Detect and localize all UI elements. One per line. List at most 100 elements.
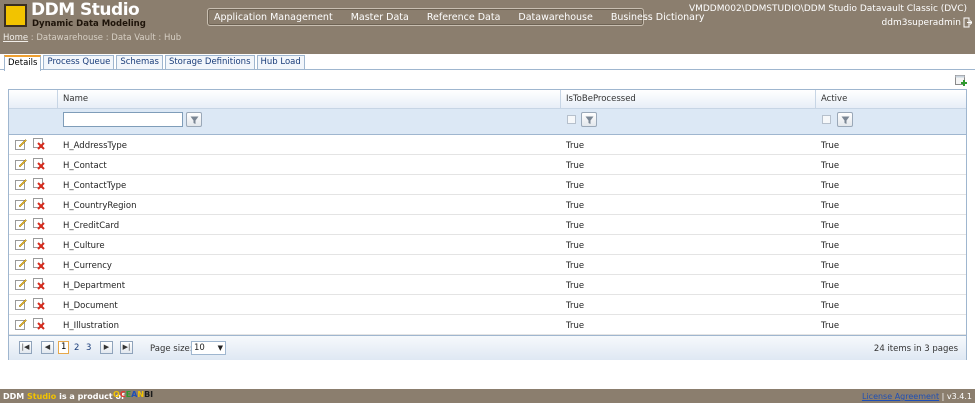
logout-icon[interactable]	[963, 17, 973, 28]
cell-istobeprocessed: True	[566, 281, 585, 291]
cell-name: H_AddressType	[63, 141, 128, 151]
oceanbi-logo: OCEANBI	[113, 390, 154, 399]
delete-icon[interactable]	[33, 138, 45, 150]
cell-name: H_Department	[63, 281, 126, 291]
cell-name: H_Currency	[63, 261, 112, 271]
page-2-link[interactable]: 2	[74, 343, 79, 353]
tab-bar: Details Process Queue Schemas Storage De…	[0, 54, 975, 71]
cell-istobeprocessed: True	[566, 181, 585, 191]
table-row[interactable]: H_CountryRegion True True	[9, 195, 966, 215]
delete-icon[interactable]	[33, 258, 45, 270]
first-page-icon[interactable]: |◀	[19, 341, 32, 354]
main-nav: Application Management Master Data Refer…	[207, 8, 705, 26]
cell-name: H_Document	[63, 301, 118, 311]
istobeprocessed-filter-icon[interactable]	[581, 112, 597, 127]
nav-master-data[interactable]: Master Data	[351, 12, 409, 23]
edit-icon[interactable]	[15, 258, 27, 270]
istobeprocessed-filter-checkbox[interactable]	[567, 115, 576, 124]
tab-details[interactable]: Details	[4, 55, 42, 71]
table-row[interactable]: H_AddressType True True	[9, 135, 966, 155]
cell-active: True	[821, 261, 840, 271]
edit-icon[interactable]	[15, 318, 27, 330]
delete-icon[interactable]	[33, 158, 45, 170]
next-page-icon[interactable]: ▶	[100, 341, 113, 354]
table-row[interactable]: H_Culture True True	[9, 235, 966, 255]
edit-icon[interactable]	[15, 178, 27, 190]
grid-rows: H_AddressType True True H_Contact True True H_…	[9, 135, 966, 335]
page-3-link[interactable]: 3	[86, 343, 91, 353]
delete-icon[interactable]	[33, 278, 45, 290]
cell-name: H_Contact	[63, 161, 107, 171]
cell-active: True	[821, 301, 840, 311]
cell-active: True	[821, 321, 840, 331]
column-header-active[interactable]: Active	[821, 94, 847, 104]
cell-active: True	[821, 181, 840, 191]
delete-icon[interactable]	[33, 298, 45, 310]
cell-istobeprocessed: True	[566, 161, 585, 171]
tab-process-queue[interactable]: Process Queue	[43, 55, 115, 69]
edit-icon[interactable]	[15, 218, 27, 230]
delete-icon[interactable]	[33, 318, 45, 330]
table-row[interactable]: H_CreditCard True True	[9, 215, 966, 235]
name-filter-input[interactable]	[63, 112, 183, 127]
grid-header: Name IsToBeProcessed Active	[9, 90, 966, 109]
page-size-select[interactable]: 10 ▼	[191, 341, 226, 355]
chevron-down-icon: ▼	[217, 344, 223, 352]
tab-storage-definitions[interactable]: Storage Definitions	[164, 55, 255, 69]
tab-schemas[interactable]: Schemas	[116, 55, 163, 69]
brand-title: DDM Studio	[31, 0, 140, 20]
column-header-istobeprocessed[interactable]: IsToBeProcessed	[566, 94, 636, 104]
page-1-link[interactable]: 1	[58, 341, 70, 354]
server-path: VMDDM002\DDMSTUDIO\DDM Studio Datavault …	[688, 4, 967, 14]
last-page-icon[interactable]: ▶|	[120, 341, 133, 354]
edit-icon[interactable]	[15, 298, 27, 310]
edit-icon[interactable]	[15, 198, 27, 210]
name-filter-icon[interactable]	[186, 112, 202, 127]
delete-icon[interactable]	[33, 218, 45, 230]
active-filter-icon[interactable]	[837, 112, 853, 127]
license-agreement-link[interactable]: License Agreement	[862, 392, 939, 401]
edit-icon[interactable]	[15, 238, 27, 250]
table-row[interactable]: H_Illustration True True	[9, 315, 966, 335]
column-header-name[interactable]: Name	[63, 94, 88, 104]
username: ddm3superadmin	[881, 18, 961, 28]
breadcrumb-home-link[interactable]: Home	[3, 33, 28, 43]
table-row[interactable]: H_Currency True True	[9, 255, 966, 275]
delete-icon[interactable]	[33, 178, 45, 190]
table-row[interactable]: H_Department True True	[9, 275, 966, 295]
version-label: | v3.4.1	[941, 392, 972, 401]
prev-page-icon[interactable]: ◀	[41, 341, 54, 354]
delete-icon[interactable]	[33, 198, 45, 210]
tab-hub-load[interactable]: Hub Load	[256, 55, 305, 69]
table-row[interactable]: H_Contact True True	[9, 155, 966, 175]
breadcrumb-path: : Datawarehouse : Data Vault : Hub	[28, 33, 182, 43]
cell-active: True	[821, 201, 840, 211]
cell-istobeprocessed: True	[566, 201, 585, 211]
cell-istobeprocessed: True	[566, 321, 585, 331]
grid-pager: |◀ ◀ 1 2 3 ▶ ▶| Page size: 10 ▼ 24 items…	[9, 335, 966, 360]
cell-istobeprocessed: True	[566, 221, 585, 231]
cell-istobeprocessed: True	[566, 141, 585, 151]
nav-application-management[interactable]: Application Management	[214, 12, 333, 23]
nav-reference-data[interactable]: Reference Data	[427, 12, 501, 23]
edit-icon[interactable]	[15, 158, 27, 170]
cell-active: True	[821, 281, 840, 291]
active-filter-checkbox[interactable]	[822, 115, 831, 124]
footer-ddm: DDM	[3, 392, 25, 401]
table-row[interactable]: H_Document True True	[9, 295, 966, 315]
table-row[interactable]: H_ContactType True True	[9, 175, 966, 195]
page-size-value: 10	[194, 343, 205, 353]
add-record-icon[interactable]	[955, 75, 967, 87]
cell-istobeprocessed: True	[566, 241, 585, 251]
delete-icon[interactable]	[33, 238, 45, 250]
app-header: DDM Studio Dynamic Data Modeling Applica…	[0, 0, 975, 54]
hub-grid: Name IsToBeProcessed Active H_AddressTyp…	[8, 89, 967, 360]
footer-studio: Studio	[27, 392, 57, 401]
pager-info: 24 items in 3 pages	[873, 344, 958, 354]
breadcrumb: Home : Datawarehouse : Data Vault : Hub	[3, 33, 181, 43]
cell-name: H_ContactType	[63, 181, 127, 191]
page-size-label: Page size:	[150, 344, 193, 354]
edit-icon[interactable]	[15, 278, 27, 290]
edit-icon[interactable]	[15, 138, 27, 150]
nav-datawarehouse[interactable]: Datawarehouse	[518, 12, 592, 23]
